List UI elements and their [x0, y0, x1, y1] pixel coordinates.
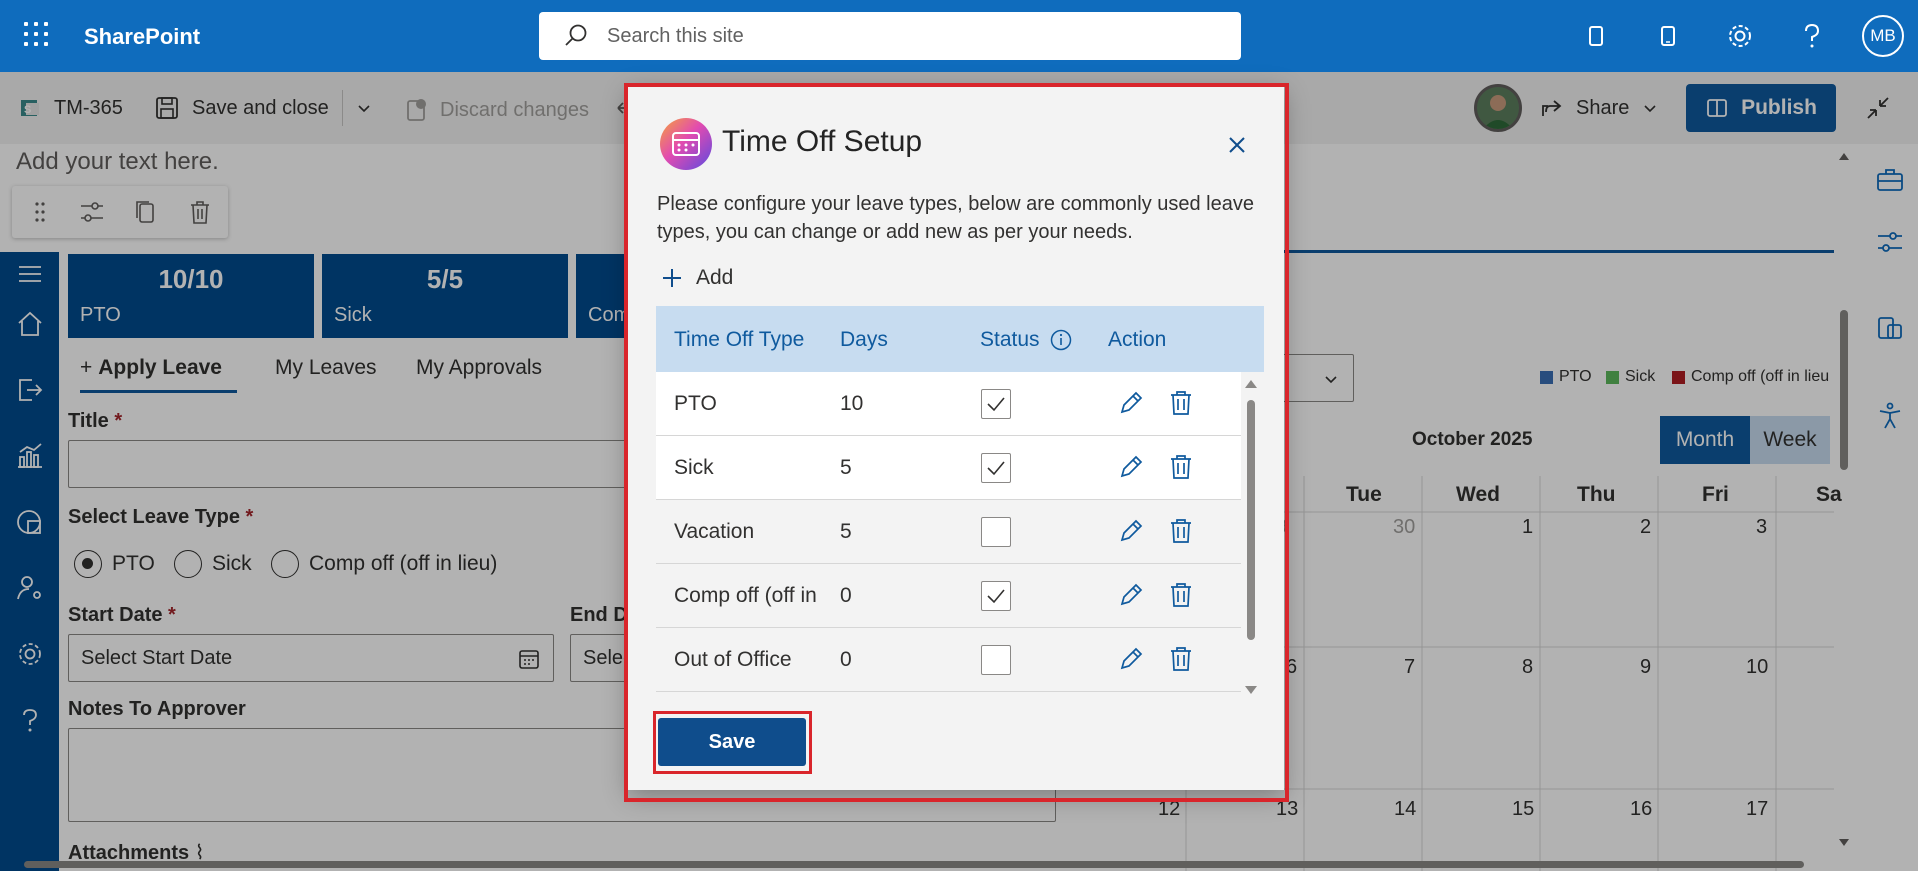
column-header-status: Status	[980, 328, 1072, 352]
edit-icon[interactable]	[1116, 388, 1146, 418]
edit-icon[interactable]	[1116, 516, 1146, 546]
cell-days: 5	[840, 520, 852, 543]
user-avatar[interactable]: MB	[1862, 15, 1904, 57]
help-icon[interactable]	[1792, 16, 1832, 56]
delete-icon[interactable]	[1166, 580, 1196, 610]
column-header-action: Action	[1108, 328, 1167, 351]
cell-days: 5	[840, 456, 852, 479]
add-leave-type-button[interactable]: Add	[662, 266, 733, 290]
check-icon	[987, 589, 1005, 604]
status-checkbox[interactable]	[981, 645, 1011, 675]
search-input[interactable]: Search this site	[539, 12, 1241, 60]
table-header: Time Off Type Days Status Action	[656, 306, 1264, 372]
edit-icon[interactable]	[1116, 580, 1146, 610]
app-launcher-icon[interactable]	[22, 20, 50, 48]
plus-icon	[663, 269, 681, 287]
app-name[interactable]: SharePoint	[84, 24, 200, 50]
status-checkbox[interactable]	[981, 581, 1011, 611]
search-icon	[565, 24, 587, 46]
status-checkbox[interactable]	[981, 453, 1011, 483]
delete-icon[interactable]	[1166, 388, 1196, 418]
table-scrollbar[interactable]	[1243, 376, 1259, 698]
check-icon	[987, 397, 1005, 412]
dialog-title: Time Off Setup	[722, 125, 923, 158]
cell-type: PTO	[674, 392, 717, 415]
cell-type: Sick	[674, 456, 714, 479]
edit-icon[interactable]	[1116, 644, 1146, 674]
settings-icon[interactable]	[1720, 16, 1760, 56]
cell-type: Vacation	[674, 520, 755, 543]
delete-icon[interactable]	[1166, 644, 1196, 674]
info-icon[interactable]	[1050, 329, 1072, 351]
suite-header: SharePoint Search this site MB	[0, 0, 1918, 72]
dialog-description: Please configure your leave types, below…	[657, 193, 1254, 243]
app-logo-icon	[660, 118, 712, 170]
cell-type: Out of Office	[674, 648, 792, 671]
save-button[interactable]: Save	[658, 718, 806, 766]
search-placeholder: Search this site	[607, 24, 744, 47]
table-row: Out of Office 0	[656, 628, 1241, 692]
table-row: Comp off (off in 0	[656, 564, 1241, 628]
edit-icon[interactable]	[1116, 452, 1146, 482]
check-icon	[987, 461, 1005, 476]
delete-icon[interactable]	[1166, 516, 1196, 546]
cell-type: Comp off (off in	[674, 584, 817, 607]
cell-days: 0	[840, 648, 852, 671]
delete-icon[interactable]	[1166, 452, 1196, 482]
cell-days: 0	[840, 584, 852, 607]
table-row: Vacation 5	[656, 500, 1241, 564]
status-checkbox[interactable]	[981, 517, 1011, 547]
status-checkbox[interactable]	[981, 389, 1011, 419]
notes-icon[interactable]	[1576, 16, 1616, 56]
column-header-days: Days	[840, 328, 888, 351]
table-row: Sick 5	[656, 436, 1241, 500]
device-icon[interactable]	[1648, 16, 1688, 56]
leave-types-table: PTO 10 Sick 5 Vacation 5 Comp off (off i…	[656, 372, 1241, 698]
cell-days: 10	[840, 392, 864, 415]
table-row: PTO 10	[656, 372, 1241, 436]
column-header-type: Time Off Type	[674, 328, 805, 351]
close-icon[interactable]	[1222, 130, 1252, 160]
